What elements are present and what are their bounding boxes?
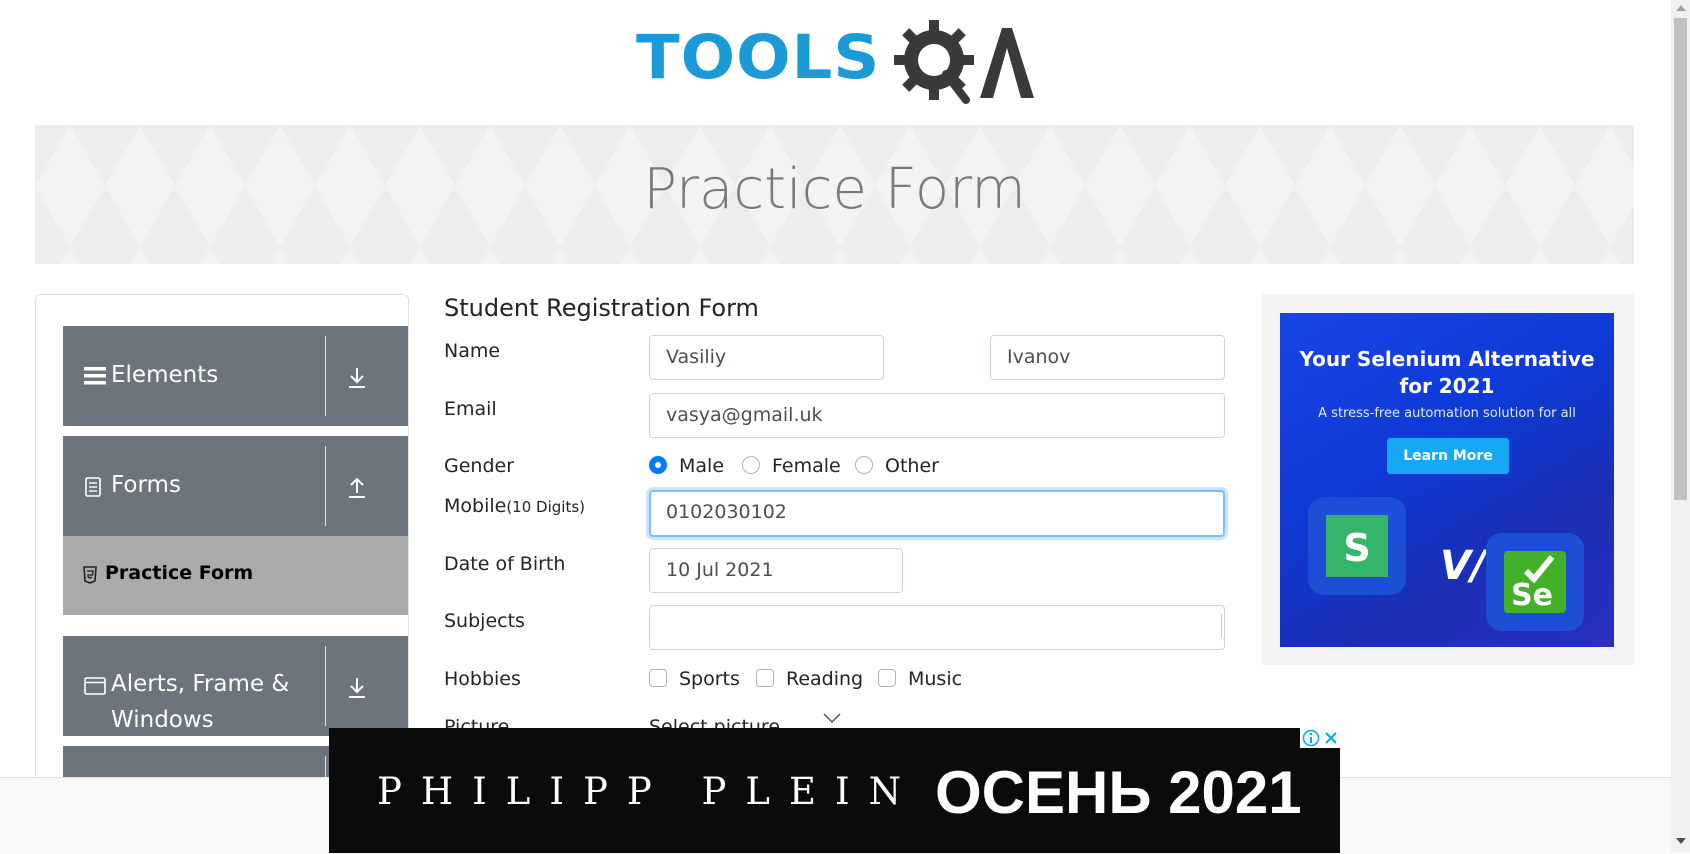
divider: [325, 336, 326, 416]
bottom-advertisement[interactable]: PHILIPP PLEIN ОСЕНЬ 2021: [329, 728, 1340, 853]
hobby-checkbox-reading[interactable]: [756, 669, 774, 687]
mobile-label-text: Mobile: [444, 495, 507, 517]
hobby-option-label[interactable]: Reading: [786, 668, 863, 690]
side-advertisement[interactable]: Your Selenium Alternative for 2021 A str…: [1262, 294, 1634, 665]
hobbies-label: Hobbies: [444, 668, 521, 690]
ad-logo-left-text: S: [1343, 526, 1370, 570]
name-label: Name: [444, 340, 501, 362]
ad-brand-text: PHILIPP PLEIN: [377, 770, 920, 813]
divider: [325, 446, 326, 526]
sidebar-group-label: Alerts, Frame &: [111, 671, 290, 697]
upload-arrow-icon[interactable]: [346, 475, 368, 499]
ad-headline-line2: for 2021: [1399, 374, 1495, 398]
document-icon: [85, 477, 101, 497]
gender-option-label[interactable]: Other: [885, 455, 939, 477]
katalon-logo-icon: S: [1308, 497, 1406, 595]
hobby-checkbox-sports[interactable]: [649, 669, 667, 687]
sidebar-group-forms[interactable]: Forms: [63, 436, 408, 536]
close-icon[interactable]: [1322, 729, 1340, 747]
subjects-label: Subjects: [444, 610, 525, 632]
scroll-up-arrow-icon[interactable]: [1676, 5, 1686, 11]
toolsqa-logo[interactable]: TOOLS: [636, 20, 1038, 112]
hobby-option-label[interactable]: Music: [908, 668, 962, 690]
sidebar-group-alerts[interactable]: Alerts, Frame & Windows: [63, 636, 408, 736]
gender-label: Gender: [444, 455, 515, 477]
picture-upload[interactable]: Select picture: [649, 716, 780, 728]
gender-radio-other[interactable]: [855, 456, 873, 474]
gender-radio-male[interactable]: [649, 456, 667, 474]
ad-headline-line1: Your Selenium Alternative: [1299, 347, 1595, 371]
page-title: Practice Form: [643, 157, 1026, 222]
qa-gear-logo-icon: [894, 20, 1034, 104]
scroll-down-arrow-icon[interactable]: [1676, 838, 1686, 844]
form-title: Student Registration Form: [444, 294, 759, 322]
hobby-option-label[interactable]: Sports: [679, 668, 740, 690]
ad-season-text: ОСЕНЬ 2021: [935, 759, 1302, 826]
mobile-label: Mobile(10 Digits): [444, 495, 585, 517]
chevron-down-icon: [823, 713, 841, 724]
gender-option-label[interactable]: Male: [679, 455, 724, 477]
picture-row: Picture Select picture: [444, 712, 844, 728]
gender-radio-female[interactable]: [742, 456, 760, 474]
download-arrow-icon[interactable]: [346, 676, 368, 700]
sidebar-group-label: Forms: [111, 472, 181, 498]
last-name-input[interactable]: Ivanov: [990, 335, 1225, 380]
ad-subtitle: A stress-free automation solution for al…: [1318, 406, 1576, 421]
ad-logo-right-text: Se: [1511, 578, 1553, 613]
date-of-birth-input[interactable]: 10 Jul 2021: [649, 548, 903, 593]
sidebar-group-elements[interactable]: Elements: [63, 326, 408, 426]
learn-more-button[interactable]: Learn More: [1387, 438, 1509, 474]
subjects-input[interactable]: [649, 605, 1225, 650]
first-name-input[interactable]: Vasiliy: [649, 335, 884, 380]
window-icon: [84, 677, 106, 695]
email-label: Email: [444, 398, 497, 420]
hamburger-icon: [84, 367, 106, 385]
mobile-input[interactable]: 0102030102: [649, 490, 1225, 537]
subjects-indicator: [1221, 614, 1222, 638]
gender-option-label[interactable]: Female: [772, 455, 841, 477]
ad-info-icon[interactable]: [1302, 729, 1320, 747]
sidebar-item-label: Practice Form: [105, 562, 254, 584]
ad-creative[interactable]: Your Selenium Alternative for 2021 A str…: [1280, 313, 1614, 647]
email-input[interactable]: vasya@gmail.uk: [649, 393, 1225, 438]
vertical-scrollbar[interactable]: [1671, 0, 1690, 853]
ad-headline: Your Selenium Alternative for 2021: [1280, 346, 1614, 400]
logo-text: TOOLS: [636, 22, 881, 94]
scrollbar-thumb[interactable]: [1674, 18, 1687, 500]
picture-label: Picture: [444, 716, 510, 728]
hobby-checkbox-music[interactable]: [878, 669, 896, 687]
dob-label: Date of Birth: [444, 553, 566, 575]
divider: [325, 646, 326, 726]
sidebar-group-label-line2: Windows: [111, 707, 214, 733]
page-banner: Practice Form: [35, 125, 1634, 264]
sidebar-group-label: Elements: [111, 362, 219, 388]
html5-icon: [83, 566, 97, 584]
selenium-logo-icon: Se: [1486, 533, 1584, 631]
ad-controls: [1300, 728, 1340, 748]
sidebar-item-practice-form[interactable]: Practice Form: [63, 536, 408, 615]
mobile-hint: (10 Digits): [506, 498, 585, 516]
download-arrow-icon[interactable]: [346, 366, 368, 390]
